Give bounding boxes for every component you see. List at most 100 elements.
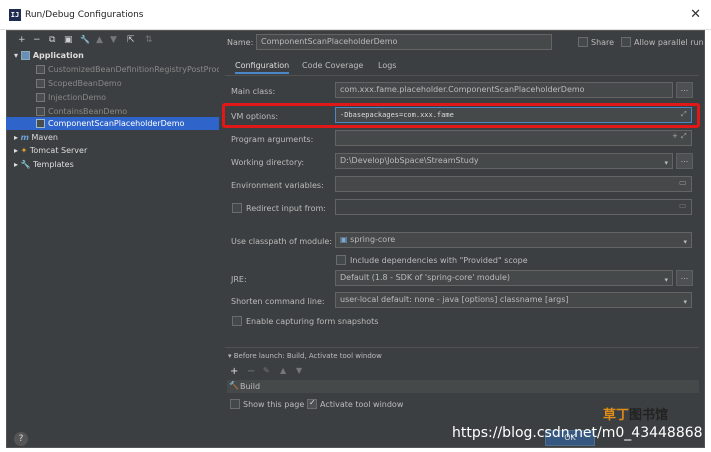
move-down-icon[interactable]: ▼ xyxy=(110,35,117,45)
remove-icon[interactable]: − xyxy=(247,366,255,377)
folder-icon[interactable]: ▭ xyxy=(679,178,687,187)
main-class-label: Main class: xyxy=(231,87,276,96)
move-up-icon[interactable]: ▲ xyxy=(96,35,103,45)
tree-node-application[interactable]: ▾ Application xyxy=(6,49,219,62)
show-page-label: Show this page xyxy=(243,400,305,409)
shorten-cmd-select[interactable]: user-local default: none - java [options… xyxy=(335,292,692,308)
share-checkbox[interactable] xyxy=(578,37,588,47)
tree-node-tomcat[interactable]: ▸ ✦ Tomcat Server xyxy=(6,144,219,157)
activate-tool-window-checkbox[interactable] xyxy=(307,398,317,409)
show-page-checkbox[interactable] xyxy=(230,399,240,409)
tab-divider xyxy=(225,75,699,76)
config-icon xyxy=(36,107,45,116)
highlight-annotation-box xyxy=(222,103,700,128)
shorten-cmd-label: Shorten command line: xyxy=(231,297,325,306)
main-class-browse-button[interactable]: ... xyxy=(676,82,693,98)
wrench-icon[interactable]: 🔧 xyxy=(80,35,90,44)
remove-icon[interactable]: − xyxy=(33,35,41,45)
tree-item-label: ScopedBeanDemo xyxy=(48,79,122,88)
add-icon[interactable]: + xyxy=(230,366,238,377)
chevron-down-icon: ▾ xyxy=(664,159,668,167)
include-provided-checkbox[interactable] xyxy=(336,255,346,265)
window-titlebar: IJ Run/Debug Configurations ✕ xyxy=(0,0,711,30)
capture-snapshots-label: Enable capturing form snapshots xyxy=(246,317,379,326)
config-icon xyxy=(36,65,45,74)
chevron-down-icon: ▾ xyxy=(664,276,668,284)
tree-node-label: Templates xyxy=(33,160,74,169)
folder-icon[interactable]: ⇱ xyxy=(127,35,135,45)
tree-node-templates[interactable]: ▸ 🔧 Templates xyxy=(6,158,219,171)
before-launch-item[interactable]: 🔨 Build xyxy=(227,380,699,393)
chevron-down-icon: ▾ xyxy=(683,298,687,306)
jre-select[interactable]: Default (1.8 - SDK of 'spring-core' modu… xyxy=(335,270,673,286)
add-icon[interactable]: + xyxy=(672,132,678,140)
folder-icon[interactable]: ▭ xyxy=(679,201,687,210)
application-icon xyxy=(20,51,30,60)
program-args-label: Program arguments: xyxy=(231,135,314,144)
move-up-icon[interactable]: ▲ xyxy=(280,366,286,375)
move-down-icon[interactable]: ▼ xyxy=(296,366,302,375)
jre-label: JRE: xyxy=(231,275,247,284)
tab-logs[interactable]: Logs xyxy=(378,61,396,70)
close-icon[interactable]: ✕ xyxy=(690,7,701,22)
chevron-right-icon: ▸ xyxy=(14,146,19,155)
help-icon[interactable]: ? xyxy=(14,432,28,446)
build-hammer-icon: 🔨 xyxy=(229,381,239,390)
capture-snapshots-checkbox[interactable] xyxy=(232,316,242,326)
tree-item-label: ComponentScanPlaceholderDemo xyxy=(48,119,185,128)
jre-browse-button[interactable]: ... xyxy=(676,270,693,286)
build-label: Build xyxy=(240,382,261,391)
name-label: Name: xyxy=(227,38,254,47)
program-args-input[interactable] xyxy=(335,130,692,146)
tree-node-label: Tomcat Server xyxy=(29,146,88,155)
shorten-cmd-value: user-local default: none - java [options… xyxy=(340,295,569,304)
env-vars-input[interactable] xyxy=(335,176,692,192)
working-dir-label: Working directory: xyxy=(231,158,305,167)
chevron-right-icon: ▸ xyxy=(14,160,19,169)
working-dir-browse-button[interactable]: ... xyxy=(676,153,693,169)
expand-icon[interactable]: ⤢ xyxy=(681,132,687,141)
redirect-input-field[interactable] xyxy=(335,199,692,215)
copy-icon[interactable]: ⧉ xyxy=(49,35,55,45)
before-launch-title-text: Before launch: Build, Activate tool wind… xyxy=(233,352,382,360)
main-class-input[interactable]: com.xxx.fame.placeholder.ComponentScanPl… xyxy=(335,82,673,98)
config-icon xyxy=(36,119,45,128)
activate-tool-window-label: Activate tool window xyxy=(320,400,404,409)
intellij-app-icon: IJ xyxy=(9,9,21,21)
section-divider xyxy=(225,347,699,348)
before-launch-title[interactable]: ▾ Before launch: Build, Activate tool wi… xyxy=(228,352,382,360)
tree-node-label: Application xyxy=(32,51,84,60)
redirect-input-checkbox[interactable] xyxy=(232,203,242,213)
sort-icon[interactable]: ⇅ xyxy=(145,35,153,45)
csdn-watermark: https://blog.csdn.net/m0_43448868 xyxy=(452,425,703,441)
save-icon[interactable]: ▣ xyxy=(64,35,73,45)
classpath-module-value: spring-core xyxy=(350,235,396,244)
tree-item-config[interactable]: ScopedBeanDemo xyxy=(6,77,219,90)
chevron-down-icon: ▾ xyxy=(14,51,19,60)
add-icon[interactable]: + xyxy=(18,35,26,45)
tree-item-config[interactable]: CustomizedBeanDefinitionRegistryPostProc… xyxy=(6,63,219,76)
chevron-right-icon: ▸ xyxy=(14,133,19,142)
share-label: Share xyxy=(591,38,615,47)
name-input[interactable]: ComponentScanPlaceholderDemo xyxy=(256,34,552,50)
window-title: Run/Debug Configurations xyxy=(25,10,144,20)
allow-parallel-checkbox[interactable] xyxy=(621,37,631,47)
tree-item-config-selected[interactable]: ComponentScanPlaceholderDemo xyxy=(6,117,219,130)
env-vars-label: Environment variables: xyxy=(231,181,324,190)
chevron-down-icon: ▾ xyxy=(683,238,687,246)
config-icon xyxy=(36,93,45,102)
include-provided-label: Include dependencies with "Provided" sco… xyxy=(350,256,528,265)
allow-parallel-label: Allow parallel run xyxy=(634,38,704,47)
classpath-module-select[interactable]: ▣ spring-core ▾ xyxy=(335,232,692,248)
maven-icon: m xyxy=(20,133,29,142)
tree-item-config[interactable]: InjectionDemo xyxy=(6,91,219,104)
tab-configuration[interactable]: Configuration xyxy=(235,61,290,74)
config-tree-panel: + − ⧉ ▣ 🔧 ▲ ▼ ⇱ ⇅ ▾ Application Customiz… xyxy=(6,30,219,425)
working-dir-value: D:\Develop\JobSpace\StreamStudy xyxy=(340,156,479,165)
tab-code-coverage[interactable]: Code Coverage xyxy=(302,61,363,70)
tree-item-label: CustomizedBeanDefinitionRegistryPostProc… xyxy=(48,65,219,74)
redirect-input-label: Redirect input from: xyxy=(246,204,326,213)
working-dir-input[interactable]: D:\Develop\JobSpace\StreamStudy ▾ xyxy=(335,153,673,169)
tree-node-maven[interactable]: ▸ m Maven xyxy=(6,131,219,144)
edit-icon[interactable]: ✎ xyxy=(263,366,270,375)
